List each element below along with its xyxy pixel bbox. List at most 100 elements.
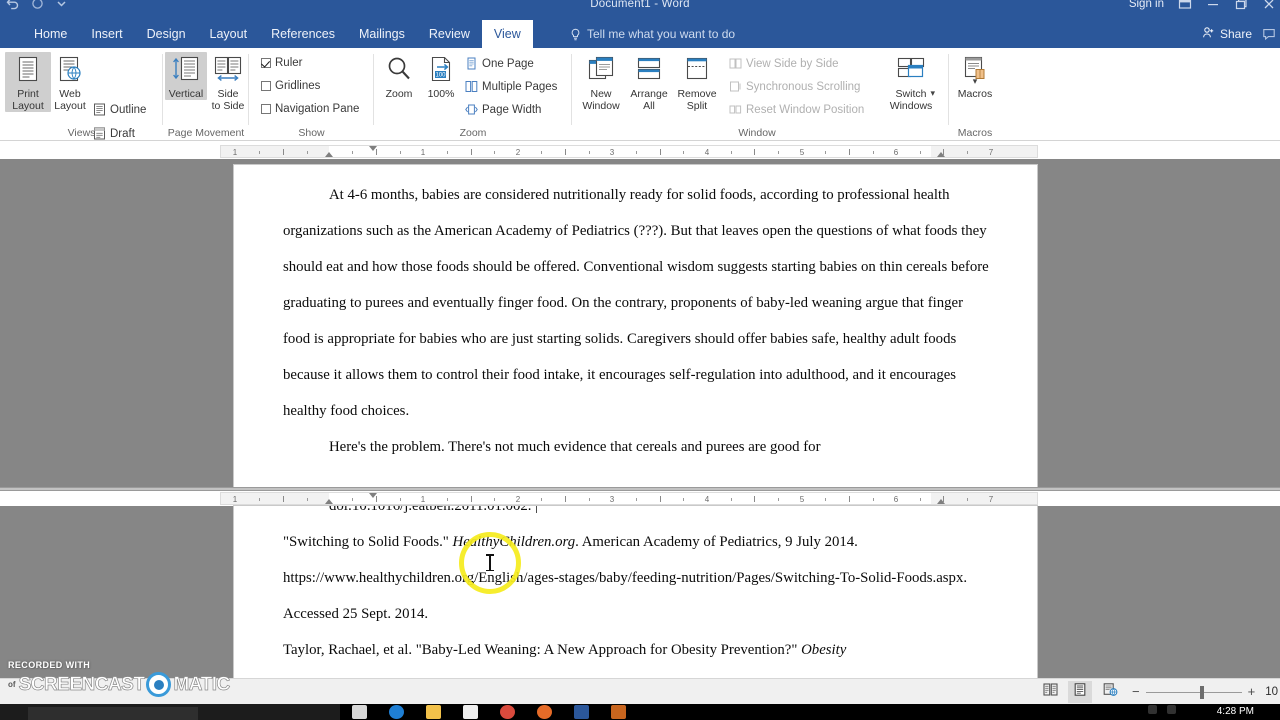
gridlines-checkbox[interactable] <box>261 81 271 91</box>
paragraph-body-1[interactable]: At 4-6 months, babies are considered nut… <box>234 177 1037 429</box>
gridlines-checkbox-row[interactable]: Gridlines <box>261 80 320 92</box>
new-window-button[interactable]: New Window <box>577 52 625 112</box>
left-indent-marker[interactable] <box>325 157 333 158</box>
navigation-pane-checkbox[interactable] <box>261 104 271 114</box>
multiple-pages-button[interactable]: Multiple Pages <box>465 80 557 93</box>
ribbon-group-show: Ruler Gridlines Navigation Pane Show <box>249 48 374 141</box>
macros-button[interactable]: Macros ▾ <box>951 52 999 100</box>
minimize-icon[interactable] <box>1206 0 1220 11</box>
restore-icon[interactable] <box>1234 0 1248 11</box>
outline-view-button[interactable]: Outline <box>93 103 146 116</box>
left-indent-marker[interactable] <box>325 504 333 505</box>
snip-icon[interactable] <box>611 705 626 719</box>
taskbar-start-region[interactable] <box>0 704 340 720</box>
right-indent-marker[interactable] <box>937 499 945 504</box>
edge-icon[interactable] <box>389 705 404 719</box>
ribbon-group-zoom: Zoom 100 100% One Page Multiple Pages Pa… <box>374 48 572 141</box>
group-label-macros: Macros <box>957 127 993 139</box>
zoom-out-button[interactable]: − <box>1132 685 1140 698</box>
reference-entry-1[interactable]: "Switching to Solid Foods." HealthyChild… <box>234 524 1037 632</box>
paragraph-text: At 4-6 months, babies are considered nut… <box>283 187 989 419</box>
sign-in-button[interactable]: Sign in <box>1129 0 1164 13</box>
taskbar-clock[interactable]: 4:28 PM <box>1217 704 1254 720</box>
zoom-slider[interactable]: − + <box>1128 685 1259 699</box>
web-layout-button[interactable]: Web Layout <box>47 52 93 112</box>
zoom-slider-thumb[interactable] <box>1199 685 1204 699</box>
status-bar: − + 10 <box>0 678 1280 704</box>
reference-text: doi:10.1016/j.eatbeh.2011.01.002. | <box>329 506 539 514</box>
firefox-icon[interactable] <box>537 705 552 719</box>
ruler-number: 6 <box>893 495 899 504</box>
chevron-down-icon[interactable]: ▾ <box>951 76 999 87</box>
tab-view[interactable]: View <box>481 20 533 48</box>
document-pane-bottom: doi:10.1016/j.eatbeh.2011.01.002. | "Swi… <box>0 506 1280 678</box>
reference-entry-clipped[interactable]: doi:10.1016/j.eatbeh.2011.01.002. | <box>234 506 1037 524</box>
taskbar-pinned-icons <box>352 705 626 719</box>
word-icon[interactable] <box>574 705 589 719</box>
web-layout-view-icon <box>1103 683 1118 701</box>
print-layout-button[interactable]: Print Layout <box>5 52 51 112</box>
ruler-bottom[interactable]: 1 1 2 3 4 5 6 7 <box>220 492 1038 505</box>
share-button[interactable]: Share <box>1202 26 1252 42</box>
tab-home[interactable]: Home <box>22 20 79 48</box>
taskbar-search-box[interactable] <box>28 707 198 720</box>
ribbon-display-options-icon[interactable] <box>1178 0 1192 11</box>
zoom-in-button[interactable]: + <box>1248 685 1256 698</box>
document-page-bottom[interactable]: doi:10.1016/j.eatbeh.2011.01.002. | "Swi… <box>234 506 1037 678</box>
page-width-button[interactable]: Page Width <box>465 103 541 116</box>
tell-me-search[interactable]: Tell me what you want to do <box>570 20 735 48</box>
arrange-all-button[interactable]: Arrange All <box>625 52 673 112</box>
zoom-100-percent-icon: 100 <box>419 52 463 86</box>
arrange-all-icon <box>625 52 673 86</box>
tab-insert[interactable]: Insert <box>79 20 134 48</box>
read-mode-button[interactable] <box>1038 681 1062 703</box>
right-indent-marker[interactable] <box>937 152 945 157</box>
reset-window-position-button[interactable]: Reset Window Position <box>729 103 864 116</box>
network-icon[interactable] <box>1148 705 1157 714</box>
ruler-number: 3 <box>609 495 615 504</box>
file-explorer-icon[interactable] <box>426 705 441 719</box>
text-cursor-icon <box>486 554 493 571</box>
ruler-checkbox-row[interactable]: Ruler <box>261 57 302 69</box>
web-layout-button[interactable] <box>1098 681 1122 703</box>
ruler-top[interactable]: 1 1 2 3 4 5 6 7 <box>220 145 1038 158</box>
ruler-checkbox[interactable] <box>261 58 271 68</box>
store-icon[interactable] <box>463 705 478 719</box>
tab-design[interactable]: Design <box>135 20 198 48</box>
window-split-bar[interactable] <box>0 487 1280 491</box>
one-page-button[interactable]: One Page <box>465 57 534 70</box>
tab-review[interactable]: Review <box>417 20 482 48</box>
ruler-number: 7 <box>988 495 994 504</box>
ruler-number: 3 <box>609 148 615 157</box>
switch-windows-icon <box>885 52 937 86</box>
first-line-indent-marker[interactable] <box>369 146 377 151</box>
zoom-100-button[interactable]: 100 100% <box>419 52 463 100</box>
tab-mailings[interactable]: Mailings <box>347 20 417 48</box>
view-side-by-side-button[interactable]: View Side by Side <box>729 57 838 70</box>
chrome-icon[interactable] <box>500 705 515 719</box>
first-line-indent-marker[interactable] <box>369 493 377 498</box>
reference-italic: HealthyChildren.org <box>452 534 576 550</box>
zoom-slider-track[interactable] <box>1145 685 1242 699</box>
navigation-pane-checkbox-row[interactable]: Navigation Pane <box>261 103 359 115</box>
vertical-scroll-button[interactable]: Vertical <box>165 52 207 100</box>
reference-entry-2[interactable]: Taylor, Rachael, et al. "Baby-Led Weanin… <box>234 632 1037 668</box>
remove-split-button[interactable]: Remove Split <box>673 52 721 112</box>
document-page-top[interactable]: At 4-6 months, babies are considered nut… <box>234 165 1037 490</box>
volume-icon[interactable] <box>1167 705 1176 714</box>
switch-windows-button[interactable]: Switch Windows ▾ <box>885 52 937 112</box>
tab-layout[interactable]: Layout <box>198 20 260 48</box>
group-label-views: Views <box>67 127 96 139</box>
print-layout-button[interactable] <box>1068 681 1093 703</box>
ribbon-group-page-movement: Vertical Side to Side Page Movement <box>163 48 249 141</box>
tab-references[interactable]: References <box>259 20 347 48</box>
task-view-icon[interactable] <box>352 705 367 719</box>
comments-icon[interactable] <box>1262 27 1276 41</box>
paragraph-body-2[interactable]: Here's the problem. There's not much evi… <box>234 429 1037 465</box>
close-icon[interactable] <box>1262 0 1276 11</box>
zoom-button[interactable]: Zoom <box>377 52 421 100</box>
chevron-down-icon[interactable]: ▾ <box>930 88 935 99</box>
synchronous-scrolling-button[interactable]: Synchronous Scrolling <box>729 80 860 93</box>
side-to-side-button[interactable]: Side to Side <box>207 52 249 112</box>
zoom-percent-label[interactable]: 10 <box>1265 686 1278 698</box>
